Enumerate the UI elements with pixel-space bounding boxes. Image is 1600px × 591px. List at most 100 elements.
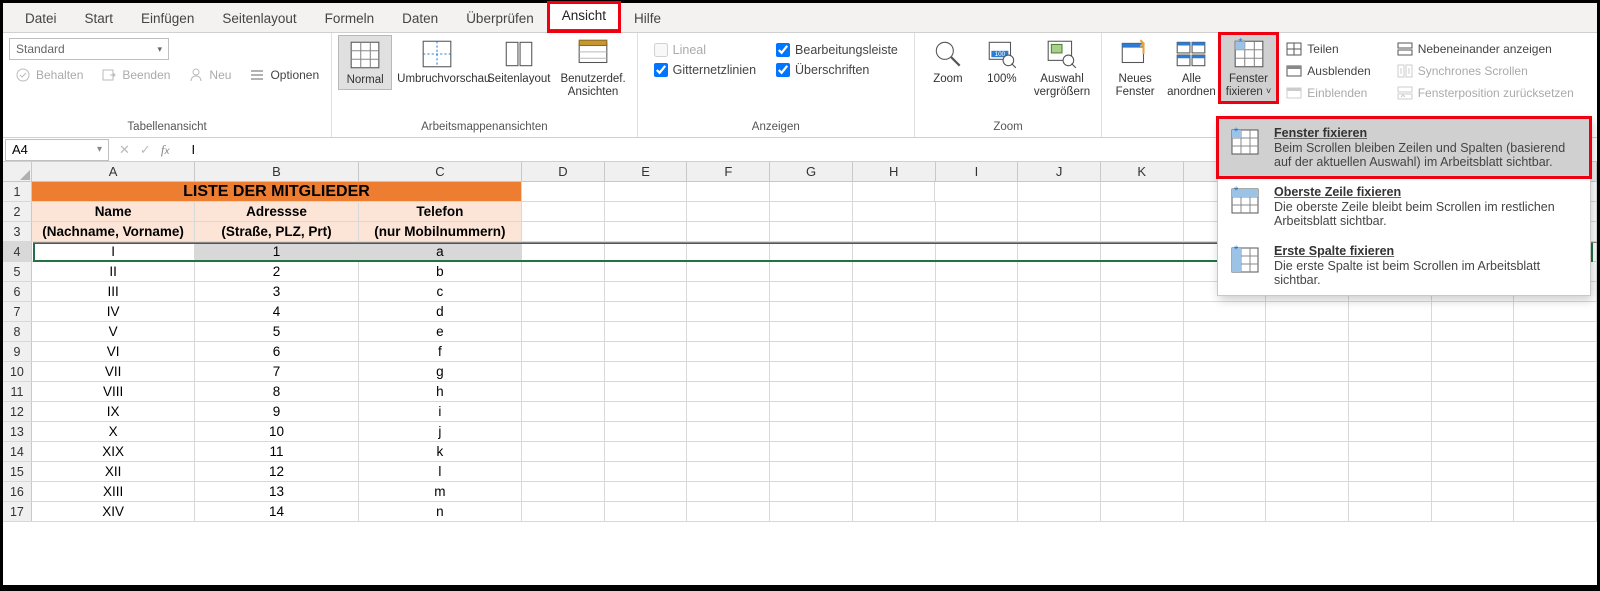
cell[interactable]: [1018, 222, 1101, 241]
cell[interactable]: [1266, 302, 1349, 321]
cell[interactable]: [522, 202, 605, 221]
cell[interactable]: [687, 422, 770, 441]
cell[interactable]: [770, 342, 853, 361]
row-header[interactable]: 15: [3, 462, 32, 481]
cell[interactable]: [936, 362, 1019, 381]
tab-formeln[interactable]: Formeln: [311, 5, 389, 32]
cell[interactable]: [1432, 382, 1515, 401]
row-header[interactable]: 12: [3, 402, 32, 421]
cell[interactable]: [522, 242, 605, 261]
cell[interactable]: j: [359, 422, 522, 441]
zoom-100-button[interactable]: 100 100%: [975, 35, 1029, 88]
cell[interactable]: [1349, 302, 1432, 321]
cell[interactable]: [936, 202, 1019, 221]
row-header[interactable]: 17: [3, 502, 32, 521]
cell[interactable]: [935, 182, 1018, 201]
cell[interactable]: VIII: [32, 382, 195, 401]
row-header[interactable]: 4: [3, 242, 32, 261]
cell[interactable]: Adressse: [195, 202, 358, 221]
cell[interactable]: [770, 302, 853, 321]
cell[interactable]: [522, 442, 605, 461]
sync-scroll-button[interactable]: Synchrones Scrollen: [1391, 61, 1580, 81]
cell[interactable]: [1432, 442, 1515, 461]
cell[interactable]: [1101, 342, 1184, 361]
cell[interactable]: [1432, 302, 1515, 321]
column-header[interactable]: C: [359, 162, 522, 181]
cell[interactable]: [936, 282, 1019, 301]
cell[interactable]: Telefon: [359, 202, 522, 221]
cell[interactable]: [1184, 382, 1267, 401]
row-header[interactable]: 5: [3, 262, 32, 281]
cell[interactable]: [1432, 502, 1515, 521]
cell[interactable]: [1101, 462, 1184, 481]
exit-button[interactable]: Beenden: [95, 65, 176, 85]
cell[interactable]: [1101, 322, 1184, 341]
cell[interactable]: [522, 482, 605, 501]
column-header[interactable]: E: [605, 162, 688, 181]
cell[interactable]: [936, 262, 1019, 281]
cell[interactable]: [853, 382, 936, 401]
cell[interactable]: [687, 202, 770, 221]
cell[interactable]: [605, 322, 688, 341]
row-header[interactable]: 2: [3, 202, 32, 221]
cell[interactable]: [853, 462, 936, 481]
column-header[interactable]: K: [1101, 162, 1184, 181]
cell[interactable]: [522, 222, 605, 241]
cell[interactable]: I: [32, 242, 195, 261]
cell[interactable]: 4: [195, 302, 358, 321]
cell[interactable]: [1266, 362, 1349, 381]
sheet-view-dropdown[interactable]: Standard▾: [9, 38, 169, 60]
cell[interactable]: [522, 462, 605, 481]
cell[interactable]: XII: [32, 462, 195, 481]
cell[interactable]: [1101, 302, 1184, 321]
cell[interactable]: [770, 502, 853, 521]
cell[interactable]: [1101, 242, 1184, 261]
cell[interactable]: [1514, 302, 1597, 321]
cell[interactable]: [1101, 442, 1184, 461]
cell[interactable]: [1349, 342, 1432, 361]
cell[interactable]: [770, 322, 853, 341]
cell[interactable]: V: [32, 322, 195, 341]
cell[interactable]: [1432, 402, 1515, 421]
row-header[interactable]: 6: [3, 282, 32, 301]
cell[interactable]: [853, 202, 936, 221]
row-header[interactable]: 13: [3, 422, 32, 441]
cell[interactable]: [936, 222, 1019, 241]
cell[interactable]: [1018, 342, 1101, 361]
cell[interactable]: [1432, 482, 1515, 501]
cell[interactable]: [1101, 482, 1184, 501]
cell[interactable]: [605, 502, 688, 521]
cell[interactable]: b: [359, 262, 522, 281]
cell[interactable]: [1266, 502, 1349, 521]
cell[interactable]: [770, 282, 853, 301]
cell[interactable]: [687, 362, 770, 381]
page-layout-button[interactable]: Seitenlayout: [482, 35, 555, 88]
freeze-panes-button[interactable]: * Fenster fixieren ˅: [1221, 35, 1277, 101]
cell[interactable]: [605, 342, 688, 361]
cell[interactable]: [1266, 342, 1349, 361]
hide-button[interactable]: Ausblenden: [1280, 61, 1376, 81]
cell[interactable]: [853, 302, 936, 321]
name-box[interactable]: A4▾: [5, 139, 109, 161]
cell[interactable]: [853, 422, 936, 441]
arrange-all-button[interactable]: Alle anordnen: [1162, 35, 1221, 101]
cell[interactable]: [1266, 422, 1349, 441]
cell[interactable]: [1018, 182, 1101, 201]
cell[interactable]: [1018, 402, 1101, 421]
cell[interactable]: [687, 302, 770, 321]
cell[interactable]: [770, 422, 853, 441]
cell[interactable]: [853, 262, 936, 281]
cell[interactable]: X: [32, 422, 195, 441]
cell[interactable]: [1018, 422, 1101, 441]
cell[interactable]: [770, 262, 853, 281]
row-header[interactable]: 11: [3, 382, 32, 401]
cell[interactable]: [936, 322, 1019, 341]
cell[interactable]: [1184, 362, 1267, 381]
tab-hilfe[interactable]: Hilfe: [620, 5, 675, 32]
column-header[interactable]: B: [195, 162, 358, 181]
cell[interactable]: [1018, 262, 1101, 281]
cell[interactable]: h: [359, 382, 522, 401]
cell[interactable]: II: [32, 262, 195, 281]
cell[interactable]: [1349, 482, 1432, 501]
cell[interactable]: [687, 342, 770, 361]
